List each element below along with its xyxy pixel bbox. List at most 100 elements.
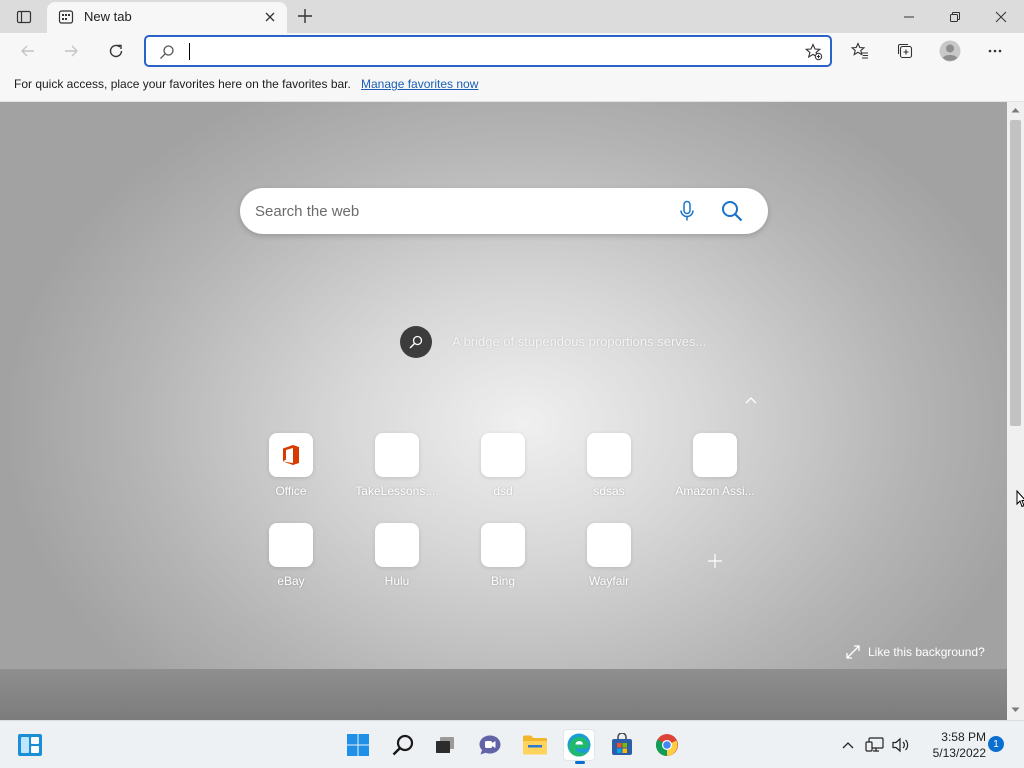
quick-link-tile[interactable] [587, 523, 631, 567]
tab-close-button[interactable] [261, 8, 279, 26]
show-hidden-icons-button[interactable] [838, 733, 858, 757]
taskbar-search-button[interactable] [387, 729, 419, 761]
volume-button[interactable] [890, 733, 912, 757]
quick-link-wayfair[interactable]: Wayfair [564, 523, 654, 599]
like-background-label: Like this background? [868, 645, 985, 659]
start-button[interactable] [342, 729, 374, 761]
scrollbar-thumb[interactable] [1010, 120, 1021, 426]
scroll-down-arrow-icon[interactable] [1011, 706, 1020, 714]
quick-link-takelessons[interactable]: TakeLessons.... [352, 433, 442, 509]
quick-link-amazon-assistant[interactable]: Amazon Assi... [670, 433, 760, 509]
tab-actions-icon [16, 10, 31, 23]
quick-link-tile[interactable] [269, 433, 313, 477]
quick-link-label: sdsas [593, 484, 625, 498]
quick-link-ebay[interactable]: eBay [246, 523, 336, 599]
windows-logo-icon [347, 734, 369, 756]
forward-button[interactable] [57, 37, 85, 65]
new-tab-page-icon [58, 10, 74, 24]
teams-chat-button[interactable] [474, 729, 506, 761]
task-view-icon [436, 737, 454, 753]
quick-link-bing[interactable]: Bing [458, 523, 548, 599]
arrow-right-icon [65, 45, 78, 57]
store-icon [612, 733, 632, 755]
quick-link-label: eBay [277, 574, 305, 588]
close-icon [995, 11, 1007, 22]
quick-link-sdsas[interactable]: sdsas [564, 433, 654, 509]
restore-button[interactable] [932, 0, 978, 33]
taskbar-clock[interactable]: 3:58 PM 5/13/2022 [914, 729, 986, 761]
quick-link-tile[interactable] [481, 523, 525, 567]
quick-link-tile[interactable] [693, 433, 737, 477]
page-scrollbar[interactable] [1007, 102, 1024, 720]
browser-toolbar [0, 33, 1024, 69]
favorites-button[interactable] [846, 37, 874, 65]
tab-title: New tab [84, 9, 132, 24]
widgets-icon [18, 734, 42, 756]
clock-date: 5/13/2022 [932, 746, 986, 760]
favorites-list-icon [851, 42, 868, 59]
collections-button[interactable] [891, 37, 919, 65]
chat-icon [479, 735, 501, 755]
folder-icon [523, 735, 547, 755]
avatar-icon [939, 40, 961, 62]
quick-link-label: dsd [493, 484, 513, 498]
back-button[interactable] [14, 37, 42, 65]
windows-taskbar: 3:58 PM 5/13/2022 1 [0, 720, 1024, 768]
tab-actions-button[interactable] [0, 0, 47, 33]
microsoft-store-button[interactable] [606, 729, 638, 761]
widgets-button[interactable] [14, 729, 46, 761]
quick-link-label: Hulu [384, 574, 410, 588]
quick-link-hulu[interactable]: Hulu [352, 523, 442, 599]
collections-icon [897, 43, 913, 59]
settings-more-button[interactable] [981, 37, 1009, 65]
quick-link-label: Amazon Assi... [675, 484, 755, 498]
arrow-left-icon [21, 45, 34, 57]
network-status-button[interactable] [864, 733, 886, 757]
task-view-button[interactable] [429, 729, 461, 761]
more-horizontal-icon [988, 49, 1002, 53]
plus-icon [298, 9, 312, 23]
title-bar: New tab [0, 0, 1024, 33]
new-tab-button[interactable] [293, 4, 317, 28]
restore-icon [950, 11, 960, 22]
search-icon [392, 734, 414, 756]
quick-link-tile[interactable] [269, 523, 313, 567]
quick-link-tile[interactable] [375, 433, 419, 477]
chevron-up-icon [842, 742, 854, 749]
quick-link-tile[interactable] [481, 433, 525, 477]
new-tab-page: A bridge of stupendous proportions serve… [0, 102, 1007, 720]
active-app-indicator [575, 761, 585, 764]
quick-links: Office TakeLessons.... dsd sdsas Amazon … [0, 102, 1007, 720]
quick-link-label: Office [275, 484, 307, 498]
quick-link-tile[interactable] [375, 523, 419, 567]
quick-link-dsd[interactable]: dsd [458, 433, 548, 509]
minimize-button[interactable] [886, 0, 932, 33]
expand-icon [846, 645, 860, 659]
close-window-button[interactable] [978, 0, 1024, 33]
like-background-button[interactable]: Like this background? [846, 642, 985, 662]
office-logo-icon [283, 445, 299, 465]
address-input[interactable] [186, 41, 786, 61]
chrome-browser-button[interactable] [651, 729, 683, 761]
quick-link-tile[interactable] [587, 433, 631, 477]
profile-button[interactable] [936, 37, 964, 65]
quick-link-office[interactable]: Office [246, 433, 336, 509]
add-to-favorites-button[interactable] [804, 42, 824, 62]
address-bar[interactable] [144, 35, 832, 67]
add-quick-link-button[interactable] [704, 550, 726, 572]
refresh-button[interactable] [102, 37, 130, 65]
scroll-up-arrow-icon[interactable] [1011, 106, 1020, 114]
refresh-icon [109, 44, 123, 58]
edge-browser-button[interactable] [563, 729, 595, 764]
tab-new-tab[interactable]: New tab [47, 2, 287, 33]
quick-link-label: TakeLessons.... [355, 484, 439, 498]
notification-badge[interactable]: 1 [988, 736, 1004, 752]
file-explorer-button[interactable] [519, 729, 551, 761]
manage-favorites-link[interactable]: Manage favorites now [361, 77, 478, 91]
edge-logo-icon [567, 733, 591, 757]
favorites-bar-message: For quick access, place your favorites h… [14, 77, 351, 91]
star-add-icon [805, 43, 823, 61]
mouse-pointer-icon [1016, 490, 1024, 508]
favorites-bar: For quick access, place your favorites h… [0, 69, 1024, 102]
close-icon [265, 12, 275, 22]
